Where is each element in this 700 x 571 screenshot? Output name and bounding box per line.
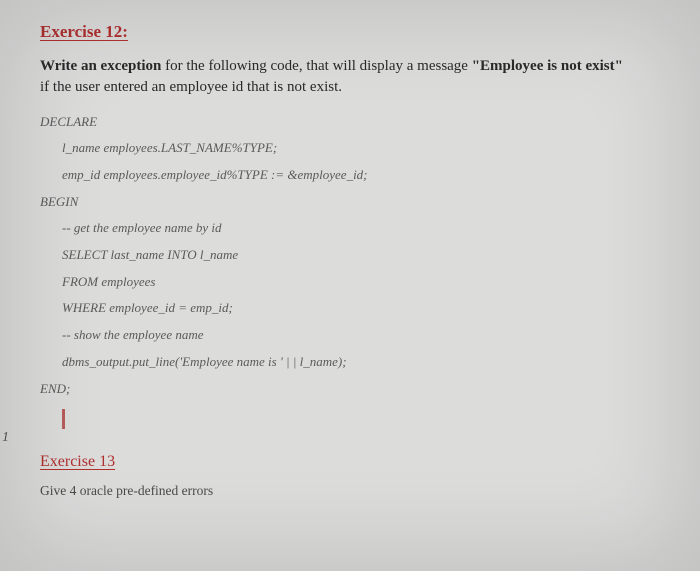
prompt-post: if the user entered an employee id that …	[40, 79, 342, 95]
code-end: END;	[40, 381, 670, 397]
code-declare: DECLARE	[40, 114, 670, 130]
code-c3: FROM employees	[62, 274, 670, 291]
text-cursor	[62, 409, 65, 429]
code-c1: -- get the employee name by id	[62, 220, 670, 237]
code-l2: emp_id employees.employee_id%TYPE := &em…	[62, 167, 670, 184]
code-c4: WHERE employee_id = emp_id;	[62, 300, 670, 317]
code-l1: l_name employees.LAST_NAME%TYPE;	[62, 140, 670, 157]
prompt-bold-1: Write an exception	[40, 58, 161, 74]
exercise-13-prompt: Give 4 oracle pre-defined errors	[40, 483, 670, 499]
code-c5: -- show the employee name	[62, 327, 670, 344]
exercise-12-prompt: Write an exception for the following cod…	[40, 56, 670, 98]
margin-marker: 1	[2, 430, 9, 446]
code-begin: BEGIN	[40, 194, 670, 210]
prompt-bold-msg: "Employee is not exist"	[472, 58, 623, 74]
exercise-13-title: Exercise 13	[40, 453, 670, 471]
prompt-mid: for the following code, that will displa…	[161, 58, 471, 74]
code-c2: SELECT last_name INTO l_name	[62, 247, 670, 264]
exercise-12-title: Exercise 12:	[40, 22, 670, 42]
code-c6: dbms_output.put_line('Employee name is '…	[62, 354, 670, 371]
